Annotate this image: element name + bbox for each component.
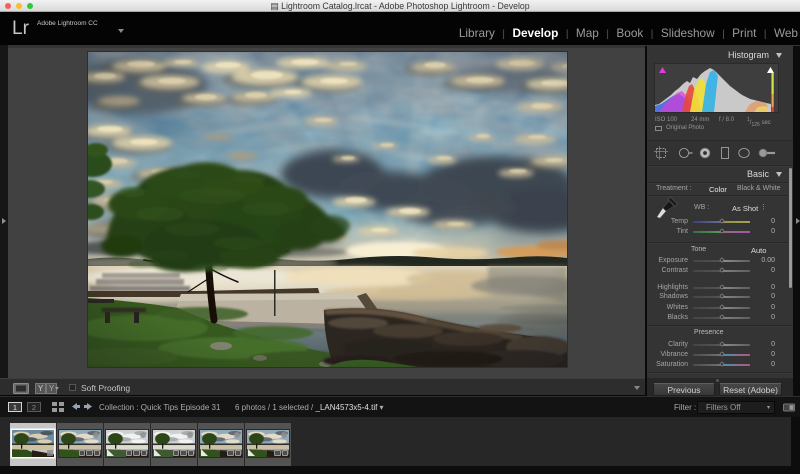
svg-text:Y: Y	[49, 384, 55, 393]
svg-text:Y: Y	[38, 384, 44, 393]
